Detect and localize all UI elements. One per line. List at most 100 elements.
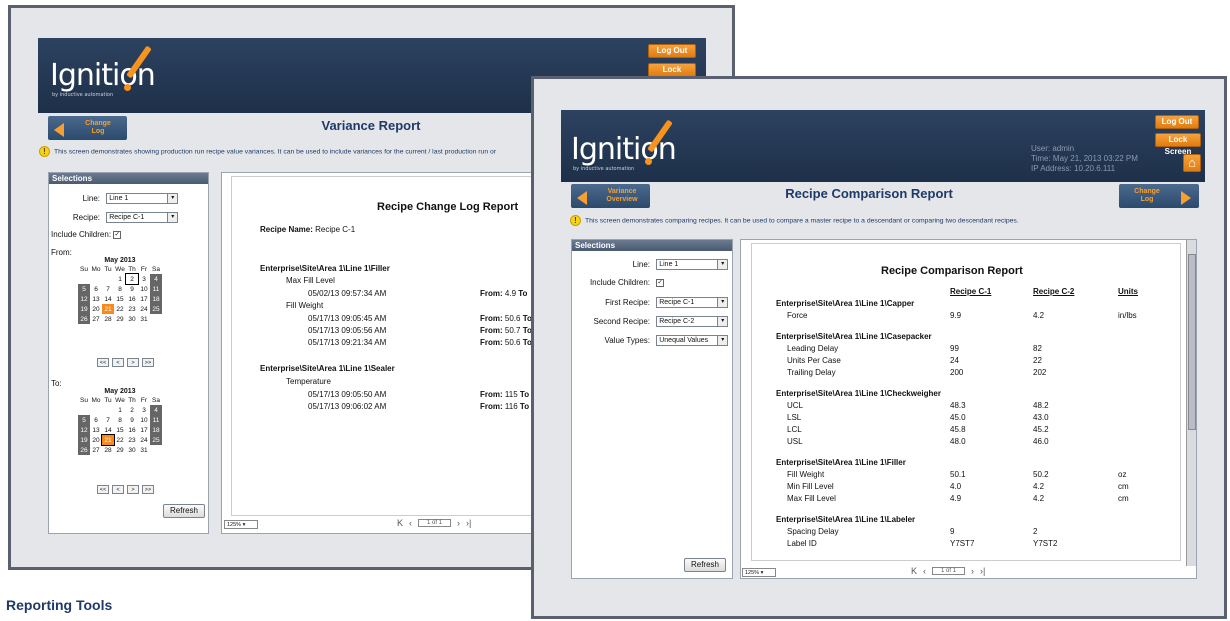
next-month-button[interactable]: > <box>127 485 139 494</box>
zoom-select[interactable]: 125% ▾ <box>742 568 776 577</box>
selections-header: Selections <box>572 240 732 251</box>
row-label: USL <box>787 437 803 446</box>
row-value: 4.2 <box>1033 311 1045 320</box>
include-children-checkbox[interactable]: ✓ <box>656 278 665 287</box>
row-label: Leading Delay <box>787 344 839 353</box>
info-note: ! This screen demonstrates showing produc… <box>39 146 531 157</box>
user-info: User: admin Time: May 21, 2013 03:22 PM … <box>1031 144 1138 174</box>
report-scrollbar[interactable] <box>1186 240 1196 566</box>
include-children-row: Include Children: ✓ <box>581 278 665 287</box>
nav-label-line2: Log <box>91 128 105 135</box>
line-select-value: Line 1 <box>109 195 129 202</box>
next-month-button[interactable]: > <box>127 358 139 367</box>
line-row: Line: Line 1 ▾ <box>65 193 179 204</box>
row-value: 4.0 <box>950 482 962 491</box>
nav-label-line2: Overview <box>606 196 638 203</box>
change-time: 05/17/13 09:05:45 AM <box>308 314 387 323</box>
user-name: User: admin <box>1031 144 1075 153</box>
refresh-button[interactable]: Refresh <box>684 558 726 572</box>
change-from: From: 4.9 To <box>480 289 528 298</box>
home-icon[interactable]: ⌂ <box>1183 154 1201 172</box>
line-row: Line: Line 1 ▾ <box>581 259 729 270</box>
row-label: Units Per Case <box>787 356 841 365</box>
prev-year-button[interactable]: << <box>97 485 109 494</box>
page-indicator[interactable]: 1 of 1 <box>932 567 966 575</box>
login-time: Time: May 21, 2013 03:22 PM <box>1031 154 1138 163</box>
second-recipe-value: Recipe C-2 <box>659 318 695 325</box>
column-header: Units <box>1118 287 1138 296</box>
line-select[interactable]: Line 1 ▾ <box>656 259 729 270</box>
first-recipe-value: Recipe C-1 <box>659 299 695 306</box>
include-children-label: Include Children: <box>51 230 112 239</box>
next-page-icon[interactable]: › <box>457 518 460 528</box>
value-types-value: Unequal Values <box>659 337 709 344</box>
change-log-button[interactable]: Change Log <box>48 116 127 140</box>
row-value: 9 <box>950 527 955 536</box>
chevron-down-icon: ▾ <box>717 260 728 269</box>
column-header: Recipe C-1 <box>950 287 992 296</box>
prev-month-button[interactable]: < <box>112 485 124 494</box>
ignition-logo: Ignition by inductive automation <box>50 45 156 98</box>
last-page-icon[interactable]: ›| <box>466 518 471 528</box>
group-header: Enterprise\Site\Area 1\Line 1\Filler <box>776 458 906 467</box>
recipe-row: Recipe: Recipe C-1 ▾ <box>65 212 179 223</box>
item-max-fill: Max Fill Level <box>286 276 335 285</box>
include-children-checkbox[interactable]: ✓ <box>113 230 122 239</box>
recipe-label: Recipe: <box>72 212 100 222</box>
row-value: 22 <box>1033 356 1042 365</box>
row-value: cm <box>1118 482 1129 491</box>
zoom-select[interactable]: 125% ▾ <box>224 520 258 529</box>
log-out-button[interactable]: Log Out <box>648 44 696 58</box>
to-calendar[interactable]: May 2013 Su Mo Tu We Th Fr Sa 1234 5 6 7 8 9 10 11 1… <box>78 388 162 455</box>
lock-screen-button[interactable]: Lock Screen <box>1155 133 1201 156</box>
change-log-button[interactable]: Change Log <box>1119 184 1199 208</box>
chevron-down-icon: ▾ <box>717 317 728 326</box>
lock-screen-button[interactable]: Lock Screen <box>648 63 696 86</box>
prev-month-button[interactable]: < <box>112 358 124 367</box>
next-page-icon[interactable]: › <box>971 566 974 576</box>
row-value: Y7ST7 <box>950 539 975 548</box>
refresh-button[interactable]: Refresh <box>163 504 205 518</box>
to-label: To: <box>51 379 62 388</box>
line-select[interactable]: Line 1 ▾ <box>106 193 179 204</box>
row-value: 46.0 <box>1033 437 1049 446</box>
recipe-select-value: Recipe C-1 <box>109 214 145 221</box>
group-header: Enterprise\Site\Area 1\Line 1\Capper <box>776 299 915 308</box>
next-year-button[interactable]: >> <box>142 358 154 367</box>
ip-address: IP Address: 10.20.6.111 <box>1031 164 1116 173</box>
variance-overview-button[interactable]: Variance Overview <box>571 184 650 208</box>
row-label: Max Fill Level <box>787 494 836 503</box>
item-fill-weight: Fill Weight <box>286 301 324 310</box>
nav-label-line1: Change <box>1134 188 1160 195</box>
prev-year-button[interactable]: << <box>97 358 109 367</box>
include-children-label: Include Children: <box>589 278 650 287</box>
include-children-row: Include Children: ✓ <box>51 230 122 239</box>
recipe-comparison-window: Ignition by inductive automation User: a… <box>531 76 1227 619</box>
from-calendar[interactable]: May 2013 Su Mo Tu We Th Fr Sa 1234 5 6 7 8 9 10 11 1… <box>78 257 162 324</box>
prev-page-icon[interactable]: ‹ <box>923 566 926 576</box>
scrollbar-thumb[interactable] <box>1188 254 1196 430</box>
row-value: 45.8 <box>950 425 966 434</box>
next-year-button[interactable]: >> <box>142 485 154 494</box>
group-sealer: Enterprise\Site\Area 1\Line 1\Sealer <box>260 364 395 373</box>
chevron-down-icon: ▾ <box>717 298 728 307</box>
last-page-icon[interactable]: ›| <box>980 566 985 576</box>
recipe-select[interactable]: Recipe C-1 ▾ <box>106 212 179 223</box>
first-page-icon[interactable]: K <box>397 518 403 528</box>
first-recipe-select[interactable]: Recipe C-1 ▾ <box>656 297 729 308</box>
first-page-icon[interactable]: K <box>911 566 917 576</box>
value-types-select[interactable]: Unequal Values ▾ <box>656 335 729 346</box>
log-out-button[interactable]: Log Out <box>1155 115 1199 129</box>
page-indicator[interactable]: 1 of 1 <box>418 519 452 527</box>
ignition-logo: Ignition by inductive automation <box>571 119 677 172</box>
calendar-grid: Su Mo Tu We Th Fr Sa 1234 5 6 7 8 9 10 11 12 13 14 15 16… <box>78 264 162 324</box>
to-calendar-nav: << < > >> <box>97 485 154 494</box>
row-value: 45.0 <box>950 413 966 422</box>
prev-page-icon[interactable]: ‹ <box>409 518 412 528</box>
row-value: 50.2 <box>1033 470 1049 479</box>
row-label: Min Fill Level <box>787 482 834 491</box>
row-label: Label ID <box>787 539 817 548</box>
row-label: LSL <box>787 413 802 422</box>
page-title: Variance Report <box>321 118 421 133</box>
second-recipe-select[interactable]: Recipe C-2 ▾ <box>656 316 729 327</box>
